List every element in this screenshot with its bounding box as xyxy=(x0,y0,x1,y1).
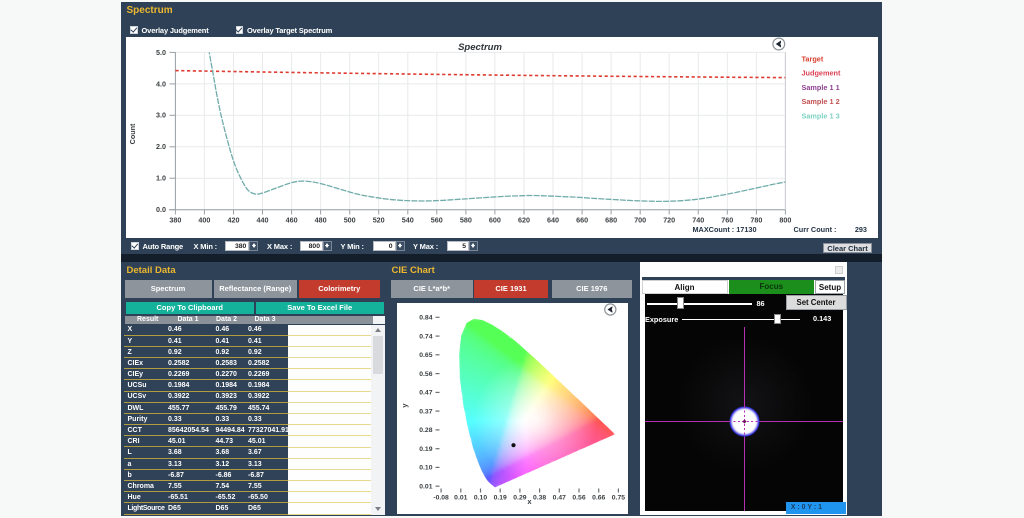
svg-text:0.01: 0.01 xyxy=(454,494,467,501)
svg-text:720: 720 xyxy=(663,216,675,225)
svg-text:0.74: 0.74 xyxy=(419,333,432,340)
svg-text:293: 293 xyxy=(855,225,867,234)
svg-text:500: 500 xyxy=(344,216,356,225)
svg-text:0.37: 0.37 xyxy=(419,408,432,415)
svg-text:Count: Count xyxy=(128,123,137,144)
svg-text:440: 440 xyxy=(257,216,269,225)
svg-text:620: 620 xyxy=(518,216,530,225)
svg-text:0.19: 0.19 xyxy=(494,494,507,501)
svg-text:640: 640 xyxy=(547,216,559,225)
svg-text:0.10: 0.10 xyxy=(474,494,487,501)
svg-text:760: 760 xyxy=(721,216,733,225)
svg-text:400: 400 xyxy=(198,216,210,225)
svg-text:3.0: 3.0 xyxy=(156,111,166,120)
svg-text:0.0: 0.0 xyxy=(156,205,166,214)
svg-text:Sample 1 2: Sample 1 2 xyxy=(802,97,840,106)
svg-text:0.56: 0.56 xyxy=(419,370,432,377)
svg-text:0.10: 0.10 xyxy=(419,464,432,471)
svg-text:0.01: 0.01 xyxy=(419,483,432,490)
svg-text:Curr Count :: Curr Count : xyxy=(794,225,837,234)
svg-text:800: 800 xyxy=(779,216,791,225)
svg-text:0.29: 0.29 xyxy=(513,494,526,501)
svg-text:680: 680 xyxy=(605,216,617,225)
svg-text:0.56: 0.56 xyxy=(572,494,585,501)
svg-text:0.28: 0.28 xyxy=(419,427,432,434)
svg-text:5.0: 5.0 xyxy=(156,48,166,57)
svg-text:0.47: 0.47 xyxy=(553,494,566,501)
svg-text:540: 540 xyxy=(402,216,414,225)
svg-text:2.0: 2.0 xyxy=(156,142,166,151)
svg-text:560: 560 xyxy=(431,216,443,225)
svg-text:y: y xyxy=(400,402,409,407)
svg-text:580: 580 xyxy=(460,216,472,225)
svg-text:Sample 1 3: Sample 1 3 xyxy=(802,111,840,120)
svg-text:0.19: 0.19 xyxy=(419,446,432,453)
svg-text:600: 600 xyxy=(489,216,501,225)
svg-text:0.65: 0.65 xyxy=(419,352,432,359)
svg-text:700: 700 xyxy=(634,216,646,225)
svg-text:1.0: 1.0 xyxy=(156,174,166,183)
svg-text:480: 480 xyxy=(315,216,327,225)
svg-text:380: 380 xyxy=(169,216,181,225)
svg-text:0.66: 0.66 xyxy=(592,494,605,501)
svg-text:420: 420 xyxy=(228,216,240,225)
svg-text:Spectrum: Spectrum xyxy=(458,42,502,53)
svg-text:520: 520 xyxy=(373,216,385,225)
svg-text:Judgement: Judgement xyxy=(802,69,841,78)
svg-text:-0.08: -0.08 xyxy=(433,494,449,501)
svg-text:4.0: 4.0 xyxy=(156,79,166,88)
svg-text:460: 460 xyxy=(286,216,298,225)
svg-text:0.84: 0.84 xyxy=(419,314,432,321)
svg-text:MAXCount : 17130: MAXCount : 17130 xyxy=(692,225,756,234)
svg-text:660: 660 xyxy=(576,216,588,225)
svg-text:Sample 1 1: Sample 1 1 xyxy=(802,83,840,92)
svg-text:780: 780 xyxy=(750,216,762,225)
svg-text:Target: Target xyxy=(802,55,824,64)
svg-text:0.75: 0.75 xyxy=(612,494,625,501)
svg-text:x: x xyxy=(527,497,532,506)
svg-text:740: 740 xyxy=(692,216,704,225)
svg-text:0.47: 0.47 xyxy=(419,389,432,396)
svg-text:0.38: 0.38 xyxy=(533,494,546,501)
